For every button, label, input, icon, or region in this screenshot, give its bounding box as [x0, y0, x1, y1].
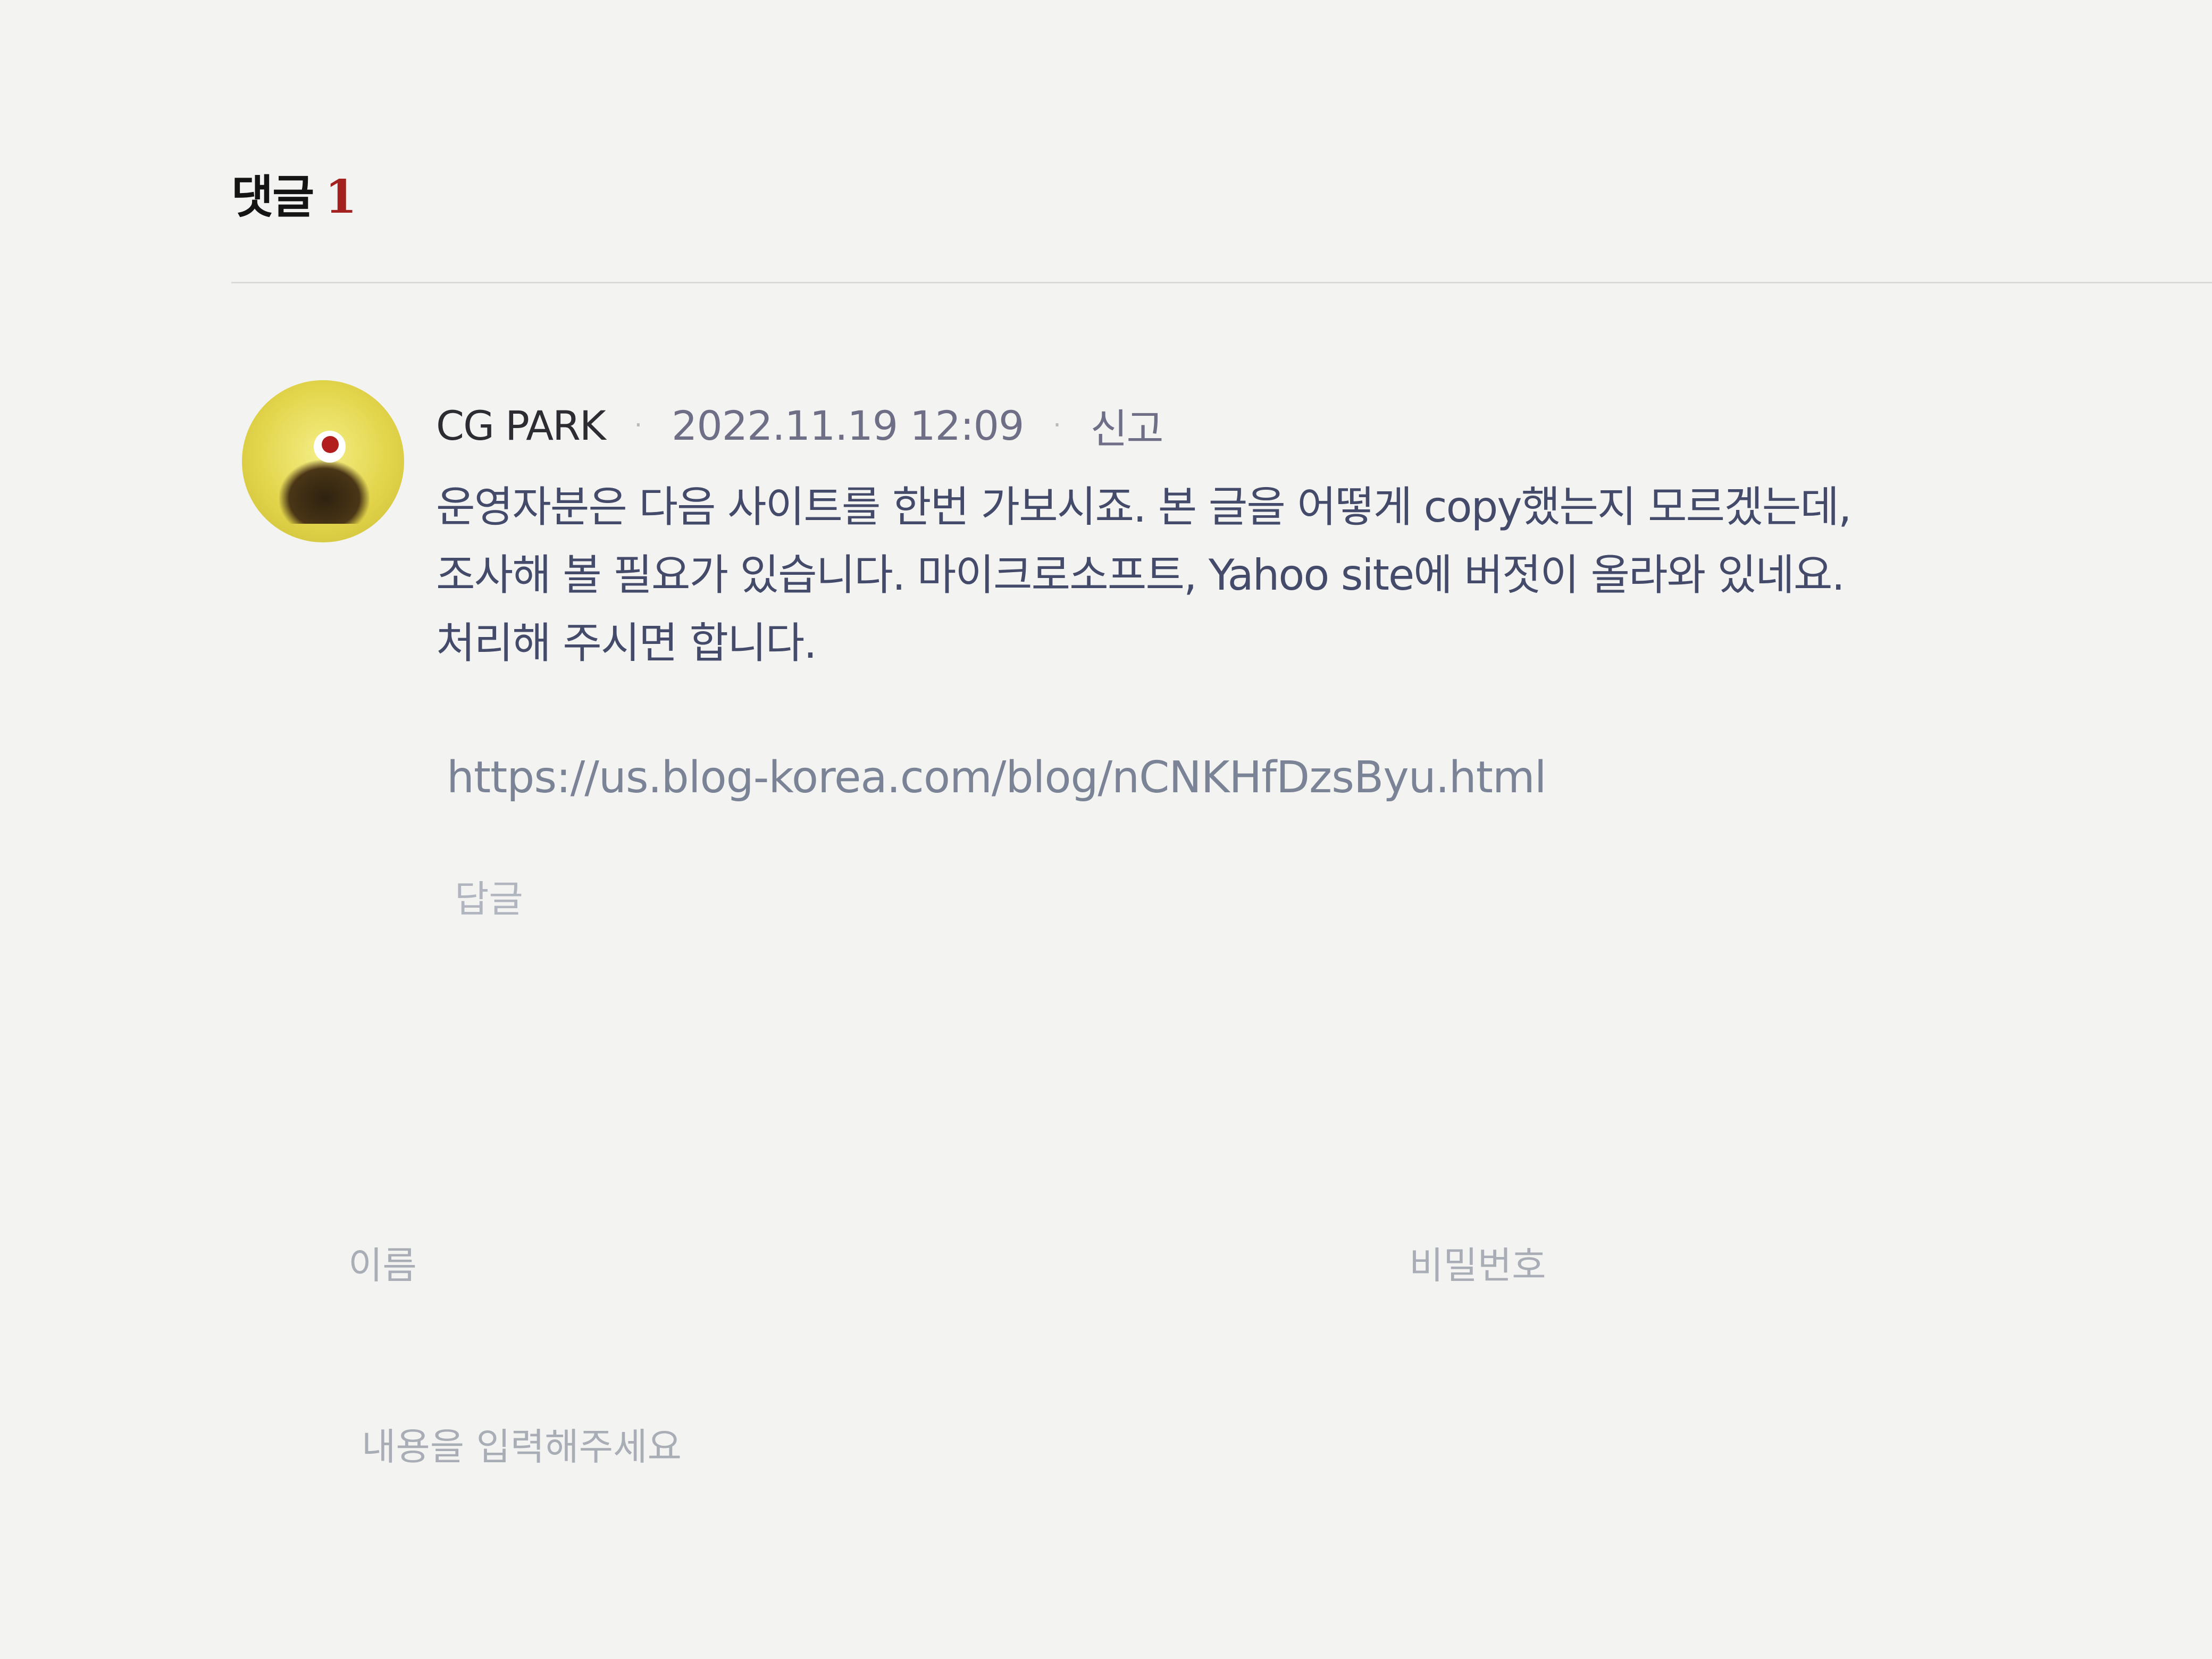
blog-comment-page: 댓글 1 CG PARK · 2022.11.19 12:09 · 신고 운영자분…	[0, 0, 2212, 1659]
comment-body-line: 조사해 볼 필요가 있습니다. 마이크로소프트, Yahoo site에 버젓이…	[436, 550, 1845, 600]
name-input[interactable]	[348, 1234, 1359, 1297]
comment-content-input[interactable]	[362, 1417, 2116, 1603]
reply-button[interactable]: 답글	[455, 869, 523, 923]
comment-body-line: 운영자분은 다음 사이트를 한번 가보시죠. 본 글을 어떻게 copy했는지 …	[436, 482, 1851, 532]
comments-heading: 댓글 1	[231, 160, 357, 226]
meta-separator: ·	[634, 410, 642, 440]
comment-author[interactable]: CG PARK	[436, 402, 606, 449]
meta-separator: ·	[1053, 410, 1061, 440]
comments-divider	[231, 282, 2212, 283]
comment-body-line: 처리해 주시면 합니다.	[436, 618, 817, 668]
comment-link[interactable]: https://us.blog-korea.com/blog/nCNKHfDzs…	[447, 752, 1547, 803]
comment-meta: CG PARK · 2022.11.19 12:09 · 신고	[436, 396, 1164, 455]
avatar-dot	[322, 436, 339, 453]
comment-body: 운영자분은 다음 사이트를 한번 가보시죠. 본 글을 어떻게 copy했는지 …	[436, 473, 2212, 677]
avatar[interactable]	[242, 380, 404, 542]
avatar-figure	[279, 460, 370, 524]
report-link[interactable]: 신고	[1091, 396, 1164, 455]
comments-count: 1	[325, 170, 357, 224]
comment-date: 2022.11.19 12:09	[672, 401, 1024, 449]
comments-heading-label: 댓글	[231, 171, 314, 224]
password-input[interactable]	[1409, 1234, 2154, 1297]
